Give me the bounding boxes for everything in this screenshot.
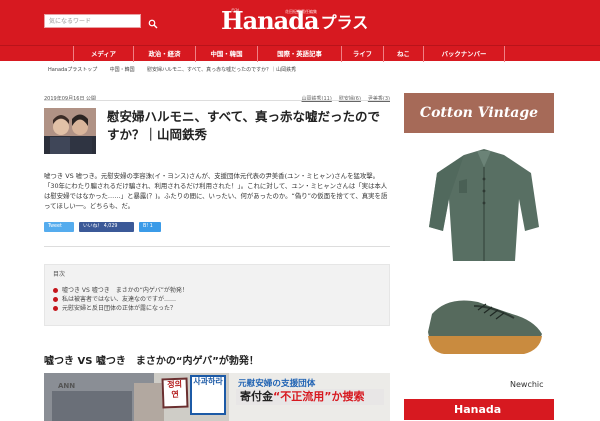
article-image: ANN 정의연 사과하라 元慰安婦の支援団体 寄付金“不正流用”か捜索 <box>44 373 390 421</box>
hatena-bookmark-button[interactable]: B! 1 <box>139 222 161 232</box>
article-meta: 2019年09月16日 公開 山岡鉄秀(11) 慰安婦(6) 尹美香(3) <box>44 95 390 103</box>
ad-brand: Newchic <box>510 380 544 389</box>
bullet-icon <box>53 288 58 293</box>
image-caption-line2: 寄付金“不正流用”か捜索 <box>236 389 384 405</box>
nav-item-life[interactable]: ライフ <box>341 46 383 62</box>
divider <box>44 246 390 247</box>
search-input[interactable]: 気になるワード <box>44 14 141 28</box>
shirt-image <box>429 149 539 261</box>
breadcrumb-current: 慰安婦ハルモニ、すべて、真っ赤な嘘だったのですか？｜山岡鉄秀 <box>146 67 297 73</box>
image-caption-line1: 元慰安婦の支援団体 <box>238 379 316 389</box>
site-logo[interactable]: 月刊 花田紀凱責任編集 Hanada プラス <box>221 7 368 33</box>
tweet-button[interactable]: Tweet <box>44 222 74 232</box>
table-of-contents: 目次 嘘つき VS 嘘つき まさかの“内ゲバ”が勃発！ 私は被害者ではない、友達… <box>44 264 390 326</box>
breadcrumb: Hanadaプラストップ 中国・韓国 慰安婦ハルモニ、すべて、真っ赤な嘘だったの… <box>48 66 552 76</box>
ad-bottom-banner: Hanada <box>404 399 554 420</box>
nav-item-media[interactable]: メディア <box>73 46 133 62</box>
share-buttons: Tweet いいね！ 4,029 B! 1 <box>44 222 161 232</box>
toc-item[interactable]: 嘘つき VS 嘘つき まさかの“内ゲバ”が勃発！ <box>53 286 383 295</box>
nav-item-politics-economy[interactable]: 政治・経済 <box>133 46 195 62</box>
toc-item[interactable]: 私は被害者ではない、友達なのですが…… <box>53 295 383 304</box>
shoe-image <box>428 300 542 354</box>
news-watermark: ANN <box>58 382 76 390</box>
nav-item-backnumber[interactable]: バックナンバー <box>423 46 505 62</box>
article-thumbnail <box>44 108 96 154</box>
breadcrumb-category[interactable]: 中国・韓国 <box>110 66 135 76</box>
publish-date: 2019年09月16日 公開 <box>44 96 97 102</box>
logo-sub: プラス <box>320 13 369 32</box>
search-icon <box>148 19 158 29</box>
logo-small-text: 花田紀凱責任編集 <box>285 9 317 14</box>
bullet-icon <box>53 297 58 302</box>
ad-banner: Cotton Vintage Looks <box>404 93 554 161</box>
nav-item-international[interactable]: 国際・英語記事 <box>257 46 341 62</box>
article-title: 慰安婦ハルモニ、すべて、真っ赤な嘘だったのですか？｜山岡鉄秀 <box>107 109 381 142</box>
nav-item-china-korea[interactable]: 中国・韓国 <box>195 46 257 62</box>
protest-sign: 정의연 <box>161 377 189 409</box>
top-header: 気になるワード 月刊 花田紀凱責任編集 Hanada プラス <box>0 0 600 45</box>
breadcrumb-separator <box>97 66 103 76</box>
bullet-icon <box>53 306 58 311</box>
toc-title: 目次 <box>53 271 66 278</box>
article: 2019年09月16日 公開 山岡鉄秀(11) 慰安婦(6) 尹美香(3) 慰安… <box>44 88 390 421</box>
facebook-like-button[interactable]: いいね！ 4,029 <box>79 222 134 232</box>
logo-tagline: 月刊 <box>231 8 239 13</box>
search-button[interactable] <box>148 14 160 29</box>
article-lead: 嘘つき VS 嘘つき。元慰安婦の李容洙(イ・ヨンス)さんが、支援団体元代表の尹美… <box>44 172 388 210</box>
main-navigation: メディア 政治・経済 中国・韓国 国際・英語記事 ライフ ねこ バックナンバー <box>0 45 600 62</box>
toc-item[interactable]: 元慰安婦と反日団体の正体が露になった？ <box>53 304 383 313</box>
breadcrumb-home[interactable]: Hanadaプラストップ <box>48 66 97 76</box>
breadcrumb-separator <box>135 66 141 76</box>
protest-sign: 사과하라 <box>190 375 226 415</box>
section-heading: 嘘つき VS 嘘つき まさかの“内ゲバ”が勃発！ <box>44 356 259 367</box>
advertisement[interactable]: Cotton Vintage Looks Newchic Hanada <box>404 93 554 420</box>
nav-item-cat[interactable]: ねこ <box>383 46 423 62</box>
divider <box>44 100 390 101</box>
